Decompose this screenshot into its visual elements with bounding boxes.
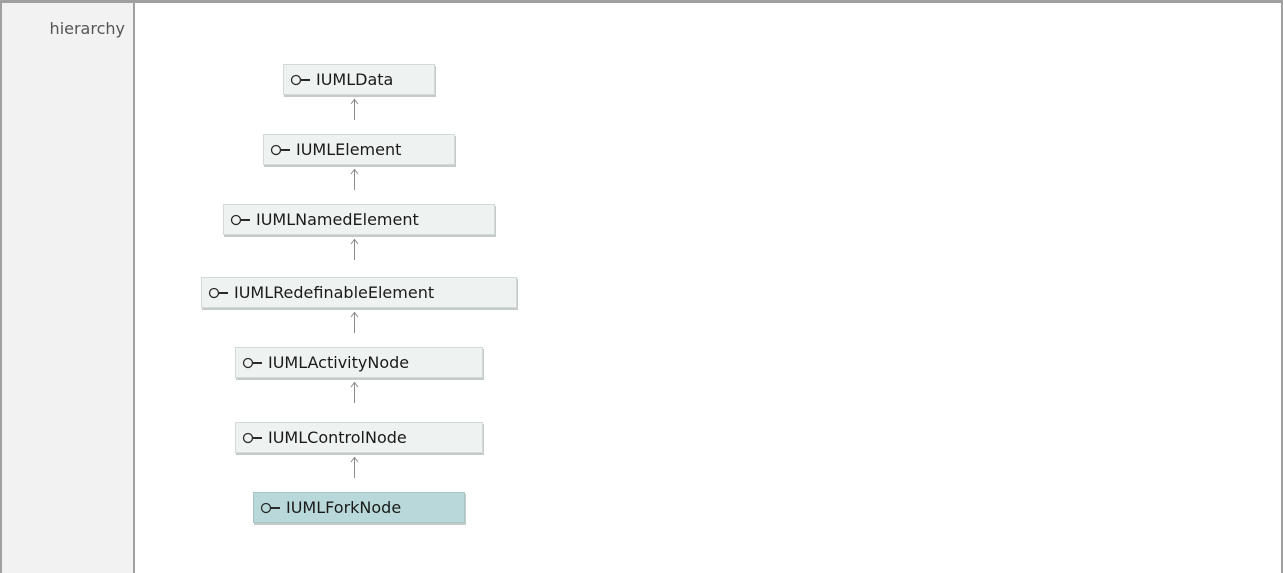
inheritance-arrow xyxy=(350,238,359,260)
node-label: IUMLData xyxy=(316,70,394,89)
inheritance-arrow xyxy=(350,381,359,403)
node-iumldata[interactable]: IUMLData xyxy=(283,64,435,95)
node-iumlforknode-current[interactable]: IUMLForkNode xyxy=(253,492,465,523)
interface-lollipop-icon xyxy=(270,144,292,156)
node-label: IUMLElement xyxy=(296,140,402,159)
node-iumlnamedelement[interactable]: IUMLNamedElement xyxy=(223,204,495,235)
interface-lollipop-icon xyxy=(260,502,282,514)
node-label: IUMLActivityNode xyxy=(268,353,410,372)
node-label: IUMLNamedElement xyxy=(256,210,419,229)
interface-lollipop-icon xyxy=(290,74,312,86)
node-label: IUMLControlNode xyxy=(268,428,407,447)
node-label: IUMLForkNode xyxy=(286,498,402,517)
node-iumlelement[interactable]: IUMLElement xyxy=(263,134,455,165)
interface-lollipop-icon xyxy=(242,432,264,444)
inheritance-arrow xyxy=(350,456,359,478)
inheritance-arrow xyxy=(350,168,359,190)
inheritance-arrow xyxy=(350,98,359,120)
label-column: hierarchy xyxy=(2,3,135,573)
hierarchy-diagram: IUMLData IUMLElement IUMLNamedElement IU… xyxy=(137,3,1281,573)
node-label: IUMLRedefinableElement xyxy=(234,283,435,302)
interface-lollipop-icon xyxy=(242,357,264,369)
node-iumlcontrolnode[interactable]: IUMLControlNode xyxy=(235,422,483,453)
section-label: hierarchy xyxy=(49,19,125,38)
hierarchy-panel: hierarchy IUMLData IUMLElement IUMLNamed… xyxy=(0,0,1283,573)
node-iumlredefinableelement[interactable]: IUMLRedefinableElement xyxy=(201,277,517,308)
inheritance-arrow xyxy=(350,311,359,333)
node-iumlactivitynode[interactable]: IUMLActivityNode xyxy=(235,347,483,378)
interface-lollipop-icon xyxy=(208,287,230,299)
interface-lollipop-icon xyxy=(230,214,252,226)
